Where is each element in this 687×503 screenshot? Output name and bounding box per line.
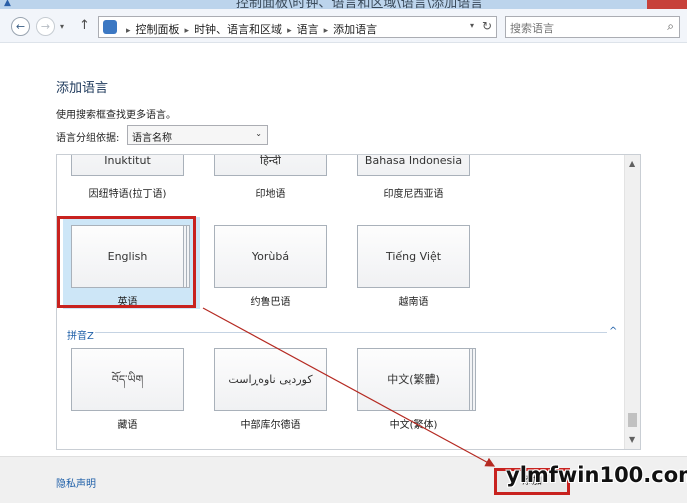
- search-hint: 使用搜索框查找更多语言。: [56, 110, 176, 121]
- navigation-bar: ← → ▾ ↑ ▸控制面板▸时钟、语言和区域▸语言▸添加语言 ▾ ↻ ⌕: [0, 9, 687, 43]
- language-tile-yoruba[interactable]: Yorùbá 约鲁巴语: [214, 225, 344, 326]
- window-title: 控制面板\时钟、语言和区域\语言\添加语言: [236, 0, 484, 9]
- breadcrumb-clock-language-region[interactable]: 时钟、语言和区域: [194, 23, 282, 36]
- scroll-thumb[interactable]: [628, 413, 637, 427]
- refresh-icon[interactable]: ↻: [482, 19, 492, 33]
- footer-bar: 隐私声明 添加 ylmfwin100.com: [0, 456, 687, 503]
- group-by-label: 语言分组依据:: [56, 133, 120, 144]
- language-tile-chinese-traditional[interactable]: 中文(繁體) 中文(繁体): [357, 348, 487, 449]
- section-divider: [95, 332, 607, 333]
- recent-locations-dropdown[interactable]: ▾: [60, 22, 64, 31]
- address-bar[interactable]: ▸ 控制面板 ▸ 时钟、语言和区域 ▸ 语言 ▸ 添加语言 ▾ ↻: [98, 16, 497, 38]
- up-button[interactable]: ↑: [79, 18, 90, 33]
- breadcrumb-add-language[interactable]: 添加语言: [333, 23, 377, 36]
- control-panel-icon: [103, 20, 117, 34]
- language-card: کوردیی ناوەڕاست: [214, 348, 327, 411]
- control-panel-icon: ▲: [4, 0, 11, 8]
- language-card: Bahasa Indonesia: [357, 155, 470, 176]
- forward-button[interactable]: →: [36, 17, 55, 36]
- title-bar: ▲ 控制面板\时钟、语言和区域\语言\添加语言: [0, 0, 687, 9]
- group-by-select[interactable]: 语言名称 ⌄: [127, 125, 268, 145]
- breadcrumb-language[interactable]: 语言: [297, 23, 319, 36]
- scroll-up-icon[interactable]: ▲: [629, 159, 635, 168]
- collapse-icon[interactable]: ^: [609, 326, 617, 337]
- language-tile-vietnamese[interactable]: Tiếng Việt 越南语: [357, 225, 487, 326]
- language-name: 中部库尔德语: [240, 420, 301, 431]
- annotation-highlight-box: [57, 216, 196, 308]
- chevron-down-icon: ⌄: [255, 129, 262, 138]
- language-card: Inuktitut: [71, 155, 184, 176]
- search-box[interactable]: ⌕: [505, 16, 680, 39]
- search-input[interactable]: [506, 18, 656, 39]
- language-name: 印度尼西亚语: [383, 189, 444, 200]
- language-card: བོད་ཡིག: [71, 348, 184, 411]
- breadcrumb: ▸ 控制面板 ▸ 时钟、语言和区域 ▸ 语言 ▸ 添加语言: [126, 23, 378, 36]
- language-name: 越南语: [398, 297, 429, 308]
- vertical-scrollbar[interactable]: ▲ ▼: [624, 155, 640, 449]
- language-name: 因纽特语(拉丁语): [88, 189, 167, 200]
- language-name: 藏语: [117, 420, 138, 431]
- language-card: Yorùbá: [214, 225, 327, 288]
- search-icon[interactable]: ⌕: [667, 19, 674, 34]
- address-dropdown-icon[interactable]: ▾: [470, 21, 474, 30]
- language-tile-central-kurdish[interactable]: کوردیی ناوەڕاست 中部库尔德语: [214, 348, 344, 449]
- section-header: 拼音Z: [67, 331, 94, 342]
- language-tile-tibetan[interactable]: བོད་ཡིག 藏语: [71, 348, 201, 449]
- language-card: 中文(繁體): [357, 348, 470, 411]
- group-by-value: 语言名称: [132, 133, 172, 144]
- language-name: 约鲁巴语: [250, 297, 291, 308]
- language-card: हिन्दी: [214, 155, 327, 176]
- close-button[interactable]: [647, 0, 687, 9]
- privacy-link[interactable]: 隐私声明: [56, 475, 96, 490]
- language-card: Tiếng Việt: [357, 225, 470, 288]
- language-name: 印地语: [255, 189, 286, 200]
- back-button[interactable]: ←: [11, 17, 30, 36]
- breadcrumb-control-panel[interactable]: 控制面板: [136, 23, 180, 36]
- scroll-down-icon[interactable]: ▼: [629, 435, 635, 444]
- language-name: 中文(繁体): [389, 420, 438, 431]
- page-title: 添加语言: [56, 81, 109, 96]
- watermark-logo: ylmfwin100.com: [506, 463, 687, 487]
